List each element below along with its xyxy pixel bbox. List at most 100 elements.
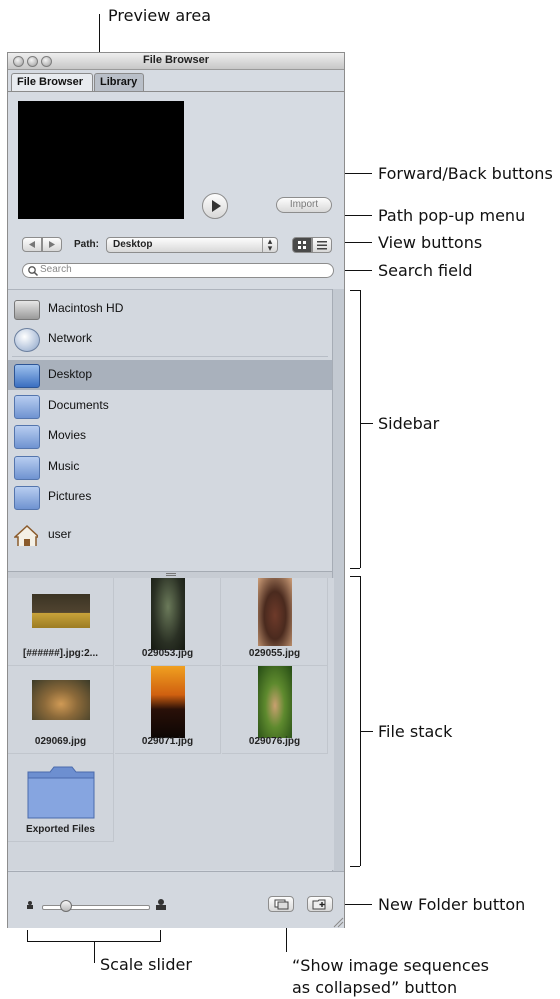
icon-view-button[interactable]: [292, 237, 312, 253]
pictures-folder-icon: [14, 486, 40, 510]
play-icon: [212, 200, 221, 212]
folder-icon: [27, 766, 94, 819]
sidebar-item-label: Desktop: [48, 367, 93, 381]
file-item[interactable]: 029076.jpg: [222, 666, 328, 754]
callout-bracket: [350, 568, 360, 569]
music-folder-icon: [14, 456, 40, 480]
callout-file-stack: File stack: [378, 722, 453, 741]
file-name: Exported Files: [26, 824, 95, 835]
sidebar-item-movies[interactable]: Movies: [8, 421, 334, 451]
new-folder-icon: [312, 899, 326, 910]
file-name: [######].jpg:2...: [22, 648, 99, 659]
bottom-bar: [8, 871, 344, 928]
forward-button[interactable]: [42, 237, 62, 252]
callout-bracket: [360, 290, 361, 568]
image-thumbnail: [257, 578, 292, 646]
folder-item[interactable]: Exported Files: [8, 754, 114, 842]
callout-preview-area: Preview area: [108, 6, 212, 25]
callout-bracket: [27, 930, 28, 942]
sidebar-item-label: Documents: [48, 398, 109, 412]
callout-line: [94, 941, 95, 963]
search-field[interactable]: Search: [22, 263, 334, 278]
file-item[interactable]: 029055.jpg: [222, 578, 328, 666]
hard-drive-icon: [14, 300, 40, 320]
file-name: 029053.jpg: [141, 648, 194, 659]
file-item[interactable]: [######].jpg:2...: [8, 578, 114, 666]
file-item[interactable]: 029069.jpg: [8, 666, 114, 754]
network-globe-icon: [14, 328, 40, 352]
file-name: 029069.jpg: [34, 736, 87, 747]
callout-path-popup: Path pop-up menu: [378, 206, 526, 225]
search-placeholder: Search: [40, 264, 72, 275]
sidebar-item-label: Music: [48, 459, 80, 473]
path-label: Path:: [74, 239, 99, 250]
grid-view-icon: [298, 241, 306, 249]
new-folder-button[interactable]: [307, 896, 333, 912]
window-title: File Browser: [142, 54, 210, 66]
sidebar-item-label: Pictures: [48, 489, 92, 503]
back-arrow-icon: [29, 241, 35, 248]
callout-bracket: [160, 930, 161, 942]
callout-search-field: Search field: [378, 261, 473, 280]
title-bar[interactable]: File Browser: [8, 53, 344, 70]
home-icon: [14, 524, 38, 546]
sidebar-item-network[interactable]: Network: [8, 324, 334, 354]
path-popup-menu[interactable]: Desktop ▴ ▾: [106, 237, 278, 253]
callout-bracket: [350, 290, 360, 291]
large-person-icon: [156, 899, 166, 910]
path-popup-value: Desktop: [113, 239, 153, 250]
file-name: 029076.jpg: [248, 736, 301, 747]
sidebar-item-pictures[interactable]: Pictures: [8, 482, 334, 512]
sidebar-item-macintosh-hd[interactable]: Macintosh HD: [8, 294, 334, 324]
sidebar-item-documents[interactable]: Documents: [8, 391, 334, 421]
preview-area: [18, 101, 184, 219]
sidebar-item-label: user: [48, 527, 72, 541]
file-name: 029055.jpg: [248, 648, 301, 659]
callout-bracket: [360, 576, 361, 866]
scale-slider[interactable]: [42, 900, 152, 912]
file-item[interactable]: 029053.jpg: [115, 578, 221, 666]
callout-sidebar: Sidebar: [378, 414, 440, 433]
callout-show-sequences-line1: “Show image sequences: [292, 956, 489, 975]
image-thumbnail: [150, 578, 185, 650]
desktop-folder-icon: [14, 364, 40, 388]
callout-scale-slider: Scale slider: [100, 955, 192, 974]
tab-library[interactable]: Library: [94, 73, 144, 91]
list-view-button[interactable]: [312, 237, 332, 253]
callout-line: [361, 423, 373, 424]
small-person-icon: [27, 901, 33, 909]
callout-view-buttons: View buttons: [378, 233, 483, 252]
callout-bracket: [350, 866, 360, 867]
documents-folder-icon: [14, 395, 40, 419]
image-thumbnail: [31, 680, 90, 720]
file-name: 029071.jpg: [141, 736, 194, 747]
sidebar-item-music[interactable]: Music: [8, 452, 334, 482]
callout-bracket: [350, 576, 360, 577]
sidebar: Macintosh HD Network Desktop Documents M…: [8, 289, 334, 572]
movies-folder-icon: [14, 425, 40, 449]
callout-show-sequences: “Show image sequences as collapsed” butt…: [292, 955, 489, 999]
back-button[interactable]: [22, 237, 42, 252]
sidebar-item-label: Network: [48, 331, 93, 345]
play-button[interactable]: [202, 193, 228, 219]
sidebar-item-desktop[interactable]: Desktop: [8, 360, 334, 390]
slider-thumb[interactable]: [60, 900, 72, 912]
tab-file-browser[interactable]: File Browser: [11, 73, 93, 91]
sidebar-separator: [12, 356, 328, 357]
sidebar-item-label: Macintosh HD: [48, 301, 124, 315]
file-browser-window: File Browser File Browser Library Import…: [7, 52, 345, 928]
callout-forward-back: Forward/Back buttons: [378, 164, 553, 183]
tab-divider: [8, 91, 344, 92]
sidebar-item-user[interactable]: user: [8, 520, 334, 550]
file-item[interactable]: 029071.jpg: [115, 666, 221, 754]
forward-arrow-icon: [49, 241, 55, 248]
import-button[interactable]: Import: [276, 197, 332, 213]
sidebar-item-label: Movies: [48, 428, 87, 442]
list-view-icon: [317, 241, 327, 250]
slider-track: [42, 905, 150, 910]
image-thumbnail: [257, 666, 292, 738]
show-sequences-collapsed-button[interactable]: [268, 896, 294, 912]
stacked-frames-icon: [274, 899, 289, 910]
resize-grip-icon[interactable]: [332, 916, 344, 928]
image-thumbnail: [150, 666, 185, 738]
